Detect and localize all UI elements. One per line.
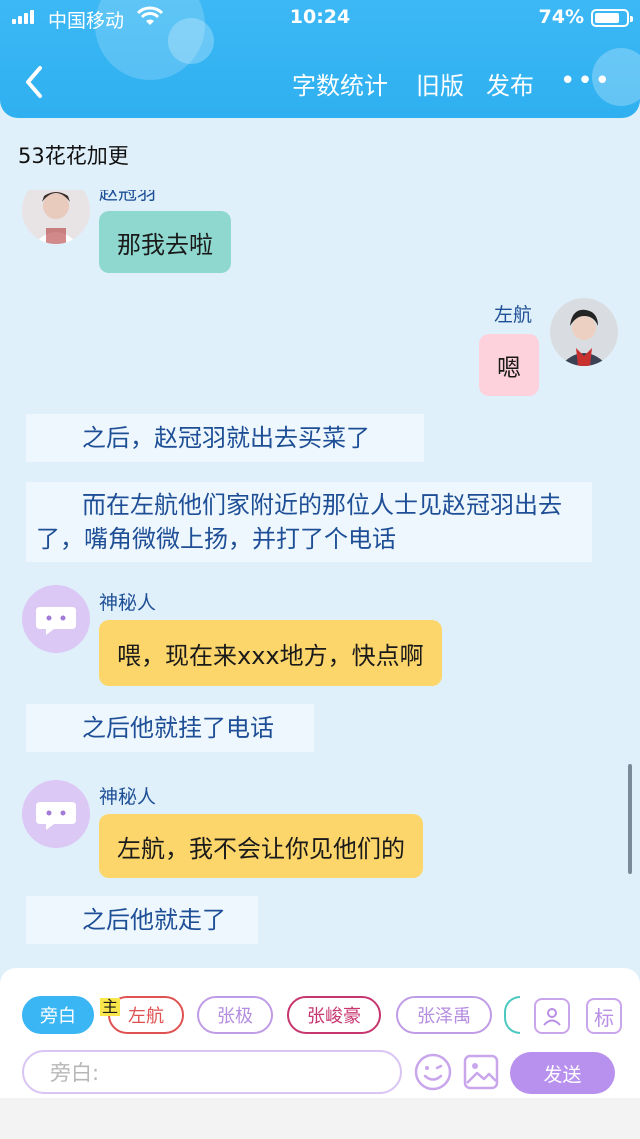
narration-block[interactable]: 之后他就挂了电话 [26, 704, 314, 752]
speaker-name: 赵冠羽 [99, 190, 157, 204]
emoji-icon[interactable] [413, 1052, 453, 1092]
status-bar: 中国移动 10:24 74% [0, 0, 640, 36]
avatar-zhao-guanyu[interactable] [22, 190, 90, 244]
battery-percent: 74% [538, 6, 584, 28]
speaker-name: 神秘人 [99, 786, 157, 808]
narration-text: 之后他就挂了电话 [82, 714, 274, 742]
message-text: 嗯 [497, 353, 521, 382]
role-chip-zhang-ji[interactable]: 张极 [197, 996, 273, 1034]
more-menu-button[interactable]: ••• [560, 66, 612, 96]
role-chip-partial[interactable] [504, 996, 520, 1034]
top-bar: 中国移动 10:24 74% 字数统计 旧版 发布 ••• [0, 0, 640, 118]
chat-bubble-icon [22, 780, 90, 848]
add-character-icon[interactable] [534, 998, 570, 1034]
speaker-name: 左航 [494, 304, 533, 326]
narration-block[interactable]: 而在左航他们家附近的那位人士见赵冠羽出去了，嘴角微微上扬，并打了个电话 [26, 482, 592, 562]
message-bubble[interactable]: 那我去啦 [99, 211, 231, 273]
host-badge: 主 [100, 997, 121, 1016]
tag-label: 标 [594, 1005, 614, 1030]
chat-area[interactable]: 赵冠羽 那我去啦 左航 嗯 之后，赵冠羽就出去买菜了 而在左航他们家附近的那位人… [0, 190, 640, 970]
message-bubble[interactable]: 喂，现在来xxx地方，快点啊 [99, 620, 442, 686]
chapter-title: 53花花加更 [18, 144, 129, 168]
message-input[interactable]: 旁白: [22, 1050, 402, 1094]
role-label: 旁白 [40, 1006, 76, 1027]
avatar-zuo-hang[interactable] [550, 298, 618, 366]
narration-text: 而在左航他们家附近的那位人士见赵冠羽出去了，嘴角微微上扬，并打了个电话 [36, 491, 562, 553]
role-label: 左航 [128, 1006, 164, 1027]
image-icon[interactable] [462, 1053, 500, 1091]
avatar-mysterious[interactable] [22, 780, 90, 848]
battery-icon [591, 9, 633, 27]
message-bubble[interactable]: 左航，我不会让你见他们的 [99, 814, 423, 878]
input-placeholder: 旁白: [50, 1061, 100, 1085]
role-label: 张峻豪 [307, 1006, 361, 1027]
narration-block[interactable]: 之后，赵冠羽就出去买菜了 [26, 414, 424, 462]
avatar-mysterious[interactable] [22, 585, 90, 653]
narration-text: 之后他就走了 [82, 906, 226, 934]
old-version-button[interactable]: 旧版 [416, 66, 464, 101]
message-text: 那我去啦 [117, 230, 213, 259]
narration-text: 之后，赵冠羽就出去买菜了 [82, 424, 370, 452]
role-label: 张极 [217, 1006, 253, 1027]
word-count-button[interactable]: 字数统计 [292, 66, 388, 101]
bottom-safe-area [0, 1098, 640, 1139]
role-chip-zhang-junhao[interactable]: 张峻豪 [287, 996, 381, 1034]
publish-button[interactable]: 发布 [486, 66, 534, 101]
tag-button[interactable]: 标 [586, 998, 622, 1034]
message-bubble[interactable]: 嗯 [479, 334, 539, 396]
scrollbar[interactable] [628, 764, 632, 874]
message-text: 喂，现在来xxx地方，快点啊 [117, 641, 424, 670]
send-button[interactable]: 发送 [510, 1052, 615, 1094]
send-label: 发送 [543, 1063, 582, 1086]
role-label: 张泽禹 [417, 1006, 471, 1027]
role-chip-narrator[interactable]: 旁白 [22, 996, 94, 1034]
role-chip-zhang-zeyu[interactable]: 张泽禹 [396, 996, 492, 1034]
chat-bubble-icon [22, 585, 90, 653]
speaker-name: 神秘人 [99, 592, 157, 614]
composer-panel: 旁白 左航 主 张极 张峻豪 张泽禹 标 旁白: 发送 [0, 968, 640, 1098]
narration-block[interactable]: 之后他就走了 [26, 896, 258, 944]
back-chevron-icon[interactable] [20, 62, 50, 102]
message-text: 左航，我不会让你见他们的 [117, 834, 405, 863]
